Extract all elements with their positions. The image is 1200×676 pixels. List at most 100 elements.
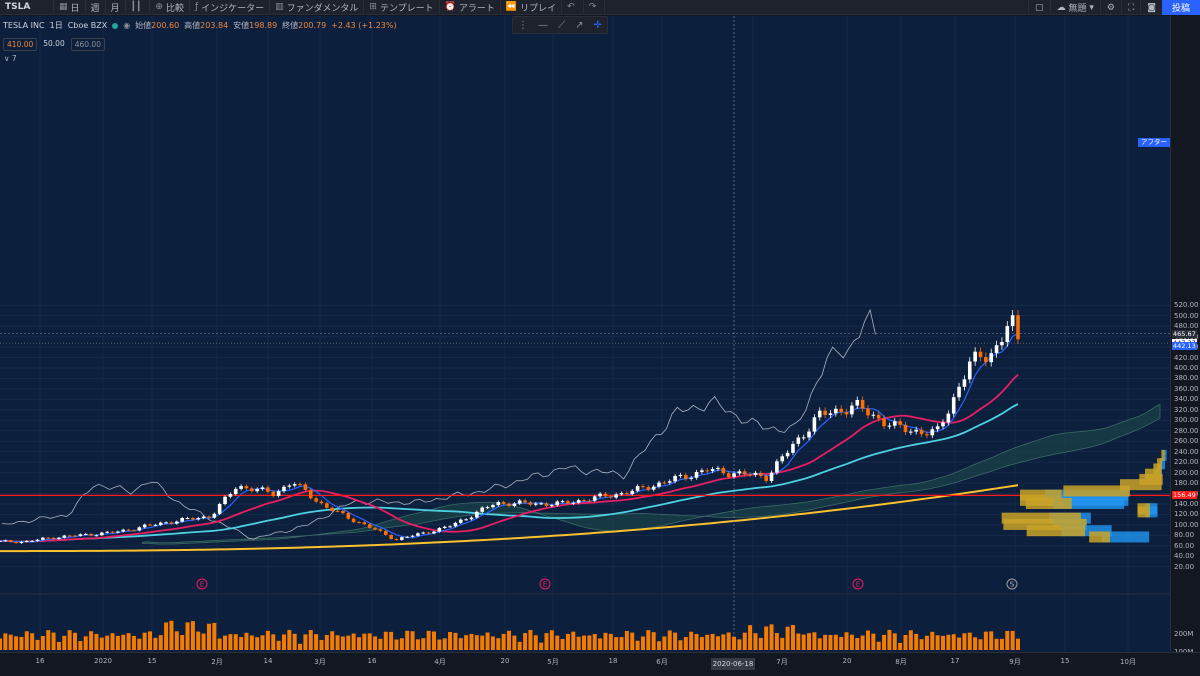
drag-handle-icon[interactable]: ⋮: [518, 20, 528, 31]
ray-icon[interactable]: ↗: [575, 20, 583, 31]
price-chart[interactable]: [0, 16, 1170, 652]
candle-body: [807, 431, 811, 438]
earnings-event-marker[interactable]: E: [196, 578, 208, 590]
interval-month-button[interactable]: 月: [106, 0, 126, 15]
volume-bar: [828, 634, 833, 650]
settings-button[interactable]: ⚙: [1099, 0, 1121, 15]
volume-bar: [346, 635, 351, 650]
price-tick-label: 100.00: [1174, 520, 1199, 529]
volume-bar: [351, 633, 356, 650]
symbol-search[interactable]: TSLA: [0, 0, 54, 15]
price-tick-label: 400.00: [1174, 363, 1199, 372]
alerts-button[interactable]: ⏰ アラート: [440, 0, 501, 15]
interval-week-button[interactable]: 週: [86, 0, 106, 15]
volume-bar: [448, 631, 453, 650]
templates-button[interactable]: ⊞ テンプレート: [364, 0, 440, 15]
plus-circle-icon: ⊕: [155, 2, 163, 12]
chart-type-button[interactable]: ┃┃: [126, 0, 151, 15]
publish-button[interactable]: 投稿: [1161, 0, 1200, 15]
indicators-button[interactable]: ƒ インジケーター: [190, 0, 271, 15]
volume-bar: [507, 630, 511, 650]
redo-button[interactable]: ↷: [584, 0, 606, 15]
volume-bar: [785, 626, 790, 650]
save-button[interactable]: ☁ 無題 ▾: [1049, 0, 1100, 15]
fundamentals-button[interactable]: ▥ ファンダメンタル: [270, 0, 365, 15]
redo-icon: ↷: [588, 2, 597, 12]
volume-bar: [340, 636, 345, 650]
volume-bar: [324, 635, 329, 650]
layout-name: 無題: [1068, 4, 1087, 14]
volume-bar: [865, 630, 870, 650]
volume-bar: [678, 640, 683, 650]
candle-body: [817, 410, 822, 418]
interval-day-button[interactable]: ▦ 日: [54, 0, 86, 15]
price-axis[interactable]: 20.0040.0060.0080.00100.00120.00140.0016…: [1170, 16, 1200, 656]
replay-button[interactable]: ⏪ リプレイ: [501, 0, 563, 15]
volume-bar: [560, 639, 565, 650]
indicators-toggle[interactable]: ∨ 7: [4, 54, 17, 63]
volume-bar: [603, 632, 608, 650]
eye-icon[interactable]: ◉: [123, 21, 130, 30]
volume-bar: [94, 633, 99, 650]
trend-line-icon[interactable]: ⟋: [558, 20, 565, 31]
indicator-count: 7: [11, 54, 17, 63]
replay-label: リプレイ: [520, 3, 557, 14]
legend-pill-1[interactable]: 410.00: [3, 38, 38, 51]
volume-bar: [732, 636, 737, 650]
candle-body: [523, 500, 527, 503]
gear-icon: ⚙: [1106, 2, 1115, 13]
volume-bar: [710, 633, 715, 650]
candle-body: [909, 431, 913, 433]
volume-bar: [453, 632, 458, 650]
legend-pill-2[interactable]: 50.00: [40, 38, 67, 51]
calendar-icon: ▦: [59, 2, 68, 12]
volume-bar: [999, 638, 1004, 650]
volume-bar: [164, 622, 169, 650]
volume-bar: [121, 634, 126, 650]
legend-exchange: Cboe BZX: [67, 21, 108, 30]
volume-bar: [748, 625, 753, 650]
price-tick-label: 320.00: [1174, 405, 1199, 414]
volume-bar: [849, 634, 854, 650]
snapshot-button[interactable]: ◙: [1140, 0, 1162, 15]
legend-symbol-name: TESLA INC: [3, 21, 45, 30]
fullscreen-button[interactable]: ⛶: [1120, 0, 1140, 15]
chart-pane[interactable]: [0, 16, 1170, 652]
split-event-marker[interactable]: S: [1006, 578, 1018, 590]
volume-bar: [356, 637, 361, 650]
candle-body: [946, 413, 951, 423]
candle-body: [175, 521, 179, 524]
candle-body: [576, 500, 581, 503]
volume-bar: [940, 635, 945, 650]
volume-bar: [528, 629, 533, 650]
volume-bar: [817, 638, 822, 650]
candle-body: [689, 477, 693, 479]
candle-body: [657, 482, 661, 487]
candle-body: [544, 503, 549, 506]
candle-body: [319, 501, 324, 504]
volume-bar: [630, 632, 635, 650]
earnings-event-marker[interactable]: E: [852, 578, 864, 590]
earnings-event-marker[interactable]: E: [539, 578, 551, 590]
candle-body: [978, 351, 983, 357]
legend-pill-3[interactable]: 460.00: [70, 38, 105, 51]
volume-bar: [544, 633, 549, 650]
candle-body: [973, 351, 977, 362]
volume-bar: [898, 642, 903, 650]
volume-bar: [523, 633, 528, 650]
candle-body: [410, 535, 415, 537]
layout-button[interactable]: ▢: [1028, 0, 1050, 15]
compare-button[interactable]: ⊕ 比較: [150, 0, 190, 15]
horizontal-line-icon[interactable]: —: [538, 20, 548, 31]
volume-bar: [565, 633, 570, 650]
candle-body: [346, 513, 351, 519]
crosshair-icon[interactable]: ✛: [594, 20, 602, 31]
undo-button[interactable]: ↶: [562, 0, 584, 15]
candle-body: [796, 437, 801, 444]
time-axis[interactable]: 16 2020 15 2月 14 3月 16 4月 20 5月 18 6月 7月 20 8月 17 9月 15 10…: [0, 652, 1200, 676]
volume-bar: [244, 632, 249, 650]
volume-bar: [314, 634, 319, 650]
volume-bar: [833, 634, 838, 650]
candle-body: [405, 536, 409, 538]
candle-body: [785, 452, 790, 457]
